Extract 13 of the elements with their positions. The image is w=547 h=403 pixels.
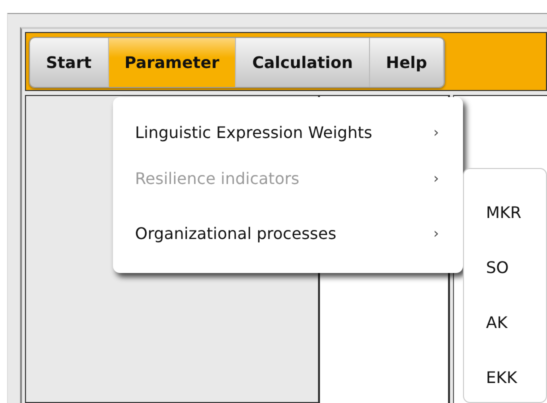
- submenu-arrow: ›: [433, 124, 439, 140]
- menu-tab[interactable]: Help: [370, 38, 444, 87]
- menu-tab[interactable]: Calculation: [236, 38, 370, 87]
- menu-item[interactable]: Linguistic Expression Weights ›: [113, 114, 463, 151]
- menu-tab[interactable]: Start: [30, 38, 109, 87]
- menu-item[interactable]: Organizational processes ›: [113, 206, 463, 261]
- submenu-arrow: ›: [433, 170, 439, 186]
- submenu-item[interactable]: AK: [464, 295, 546, 350]
- submenu-item[interactable]: MKR: [464, 185, 546, 240]
- menu-tab[interactable]: Parameter: [108, 38, 236, 87]
- submenu-arrow: ›: [433, 226, 439, 242]
- submenu-item[interactable]: EKK: [464, 350, 546, 402]
- submenu-item[interactable]: SO: [464, 240, 546, 295]
